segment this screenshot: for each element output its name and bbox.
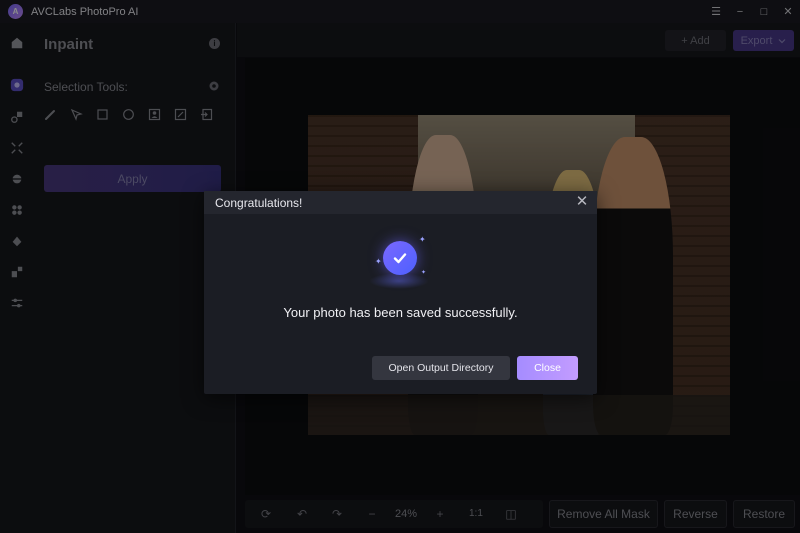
success-glow bbox=[369, 273, 429, 289]
sparkle-icon: ✦ bbox=[419, 235, 426, 244]
sparkle-icon: ✦ bbox=[375, 257, 382, 266]
dialog-header: Congratulations! ✕ bbox=[204, 191, 597, 214]
dialog-title: Congratulations! bbox=[215, 196, 303, 210]
check-circle bbox=[383, 241, 417, 275]
dialog-message: Your photo has been saved successfully. bbox=[283, 305, 518, 320]
close-icon[interactable]: ✕ bbox=[575, 194, 589, 210]
close-button[interactable]: Close bbox=[517, 356, 578, 380]
sparkle-icon: ✦ bbox=[421, 270, 427, 276]
open-output-directory-button[interactable]: Open Output Directory bbox=[372, 356, 510, 380]
success-check-icon: ✦ ✦ ✦ bbox=[369, 231, 429, 291]
success-dialog: Congratulations! ✕ ✦ ✦ ✦ Your photo has … bbox=[204, 191, 597, 394]
